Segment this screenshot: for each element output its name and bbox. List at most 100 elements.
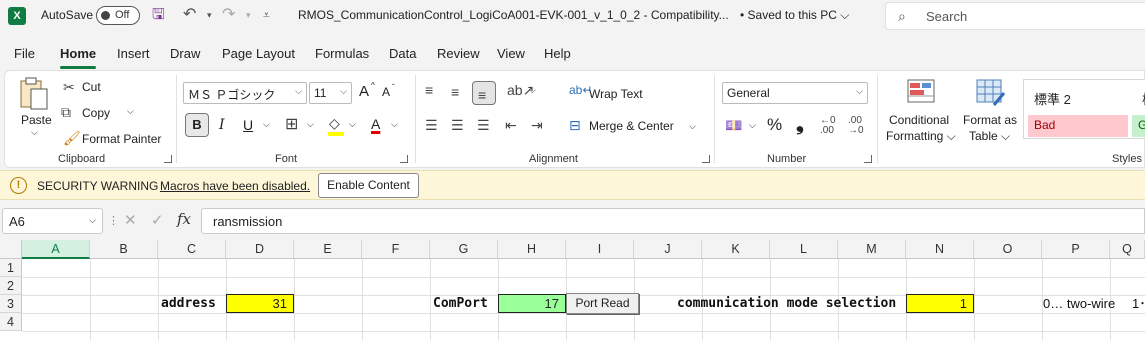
col-header-p[interactable]: P	[1042, 240, 1110, 259]
font-name-select[interactable]: ＭＳ Ｐゴシック ⌵	[183, 82, 307, 104]
fill-color-icon[interactable]: ◇	[329, 115, 340, 131]
tab-home[interactable]: Home	[60, 46, 97, 69]
align-middle-icon[interactable]: ≡	[451, 84, 459, 100]
tab-draw[interactable]: Draw	[170, 46, 200, 61]
save-icon[interactable]: 🖫	[152, 5, 165, 25]
style-bad[interactable]: Bad	[1028, 115, 1128, 137]
format-as-table-button[interactable]: Format as Table ⌵	[962, 77, 1022, 149]
cut-icon[interactable]: ✂	[63, 79, 75, 95]
increase-decimal-icon[interactable]: ←0.00	[820, 116, 836, 136]
font-color-icon[interactable]: A	[371, 116, 380, 132]
cut-button[interactable]: Cut	[82, 80, 101, 94]
comport-value-cell[interactable]: 17	[498, 294, 566, 313]
wrap-text-button[interactable]: Wrap Text	[589, 87, 643, 101]
copy-icon[interactable]: ⧉	[61, 104, 71, 120]
port-read-button[interactable]: Port Read	[566, 293, 639, 314]
col-header-j[interactable]: J	[634, 240, 702, 259]
decrease-decimal-icon[interactable]: .00 →0	[848, 116, 864, 136]
insert-function-button[interactable]: fx	[177, 210, 191, 228]
fill-color-dropdown-icon[interactable]: ⌵	[349, 119, 356, 130]
autosave-toggle[interactable]: Off	[96, 6, 140, 25]
macros-disabled-link[interactable]: Macros have been disabled.	[160, 179, 310, 193]
col-header-a[interactable]: A	[22, 240, 90, 259]
style-normal-2[interactable]: 標準 2	[1028, 86, 1077, 108]
communication-mode-value-cell[interactable]: 1	[906, 294, 974, 313]
redo-dropdown-icon[interactable]: ▾	[246, 5, 251, 25]
enable-content-button[interactable]: Enable Content	[318, 173, 419, 198]
col-header-l[interactable]: L	[770, 240, 838, 259]
align-top-icon[interactable]: ≡	[425, 82, 433, 98]
align-left-icon[interactable]: ☰	[425, 117, 438, 133]
borders-dropdown-icon[interactable]: ⌵	[307, 119, 314, 130]
col-header-d[interactable]: D	[226, 240, 294, 259]
tab-review[interactable]: Review	[437, 46, 480, 61]
select-all-corner[interactable]	[0, 240, 22, 259]
format-painter-icon[interactable]: 🖌	[63, 130, 81, 146]
col-header-c[interactable]: C	[158, 240, 226, 259]
tab-formulas[interactable]: Formulas	[315, 46, 369, 61]
underline-button[interactable]: U	[243, 117, 253, 133]
address-value-cell[interactable]: 31	[226, 294, 294, 313]
accounting-format-icon[interactable]: 💷	[725, 117, 742, 133]
font-launcher-icon[interactable]	[400, 155, 408, 163]
number-format-select[interactable]: General ⌵	[722, 82, 868, 104]
increase-indent-icon[interactable]: ⇥	[531, 117, 543, 133]
row-header-4[interactable]: 4	[0, 313, 22, 331]
tab-help[interactable]: Help	[544, 46, 571, 61]
cancel-entry-icon[interactable]: ✕	[124, 211, 137, 229]
saved-status[interactable]: • Saved to this PC ⌵	[740, 8, 849, 23]
col-header-k[interactable]: K	[702, 240, 770, 259]
shrink-font-button[interactable]: A	[382, 85, 390, 99]
tab-insert[interactable]: Insert	[117, 46, 150, 61]
merge-center-icon[interactable]: ⊟	[569, 117, 581, 133]
clipboard-launcher-icon[interactable]	[164, 155, 172, 163]
merge-dropdown-icon[interactable]: ⌵	[689, 121, 696, 132]
alignment-launcher-icon[interactable]	[702, 155, 710, 163]
percent-style-button[interactable]: %	[767, 115, 782, 135]
col-header-b[interactable]: B	[90, 240, 158, 259]
redo-icon[interactable]: ↷	[222, 5, 235, 25]
undo-icon[interactable]: ↶	[183, 5, 196, 25]
accounting-dropdown-icon[interactable]: ⌵	[749, 120, 756, 131]
borders-icon[interactable]: ⊞	[285, 117, 298, 133]
underline-dropdown-icon[interactable]: ⌵	[263, 119, 270, 130]
align-bottom-button[interactable]: ≡	[472, 81, 496, 105]
name-box[interactable]: A6 ⌵	[2, 208, 103, 234]
grow-font-button[interactable]: A	[359, 83, 369, 100]
row-header-3[interactable]: 3	[0, 295, 22, 313]
customize-quick-access-icon[interactable]: ⩡	[263, 5, 270, 25]
orientation-dropdown-icon[interactable]: ⌵	[529, 85, 536, 96]
col-header-i[interactable]: I	[566, 240, 634, 259]
tab-file[interactable]: File	[14, 46, 35, 61]
italic-button[interactable]: I	[219, 117, 225, 133]
format-painter-button[interactable]: Format Painter	[82, 132, 161, 146]
merge-center-button[interactable]: Merge & Center	[589, 119, 674, 133]
worksheet-grid[interactable]: A B C D E F G H I J K L M N O P Q 1 2 3 …	[0, 240, 1145, 340]
decrease-indent-icon[interactable]: ⇤	[505, 117, 517, 133]
tab-data[interactable]: Data	[389, 46, 416, 61]
search-box[interactable]: ⌕ Search	[885, 2, 1145, 30]
col-header-g[interactable]: G	[430, 240, 498, 259]
col-header-q[interactable]: Q	[1110, 240, 1145, 259]
row-header-1[interactable]: 1	[0, 259, 22, 277]
font-color-dropdown-icon[interactable]: ⌵	[391, 119, 398, 130]
copy-dropdown-icon[interactable]: ⌵	[127, 106, 134, 117]
copy-button[interactable]: Copy	[82, 106, 110, 120]
comma-style-button[interactable]: ❟	[796, 113, 804, 136]
col-header-e[interactable]: E	[294, 240, 362, 259]
paste-button[interactable]: Paste ⌵	[17, 77, 55, 147]
col-header-o[interactable]: O	[974, 240, 1042, 259]
tab-page-layout[interactable]: Page Layout	[222, 46, 295, 61]
style-next[interactable]: 標	[1136, 86, 1145, 108]
row-header-2[interactable]: 2	[0, 277, 22, 295]
style-good[interactable]: G	[1132, 115, 1145, 137]
formula-input[interactable]: ransmission	[201, 208, 1145, 234]
col-header-m[interactable]: M	[838, 240, 906, 259]
tab-view[interactable]: View	[497, 46, 525, 61]
align-center-icon[interactable]: ☰	[451, 117, 464, 133]
formula-bar-grip-icon[interactable]: ⋮	[108, 214, 119, 227]
conditional-formatting-button[interactable]: Conditional Formatting ⌵	[885, 77, 959, 149]
col-header-n[interactable]: N	[906, 240, 974, 259]
bold-button[interactable]: B	[185, 113, 209, 137]
confirm-entry-icon[interactable]: ✓	[151, 211, 164, 229]
